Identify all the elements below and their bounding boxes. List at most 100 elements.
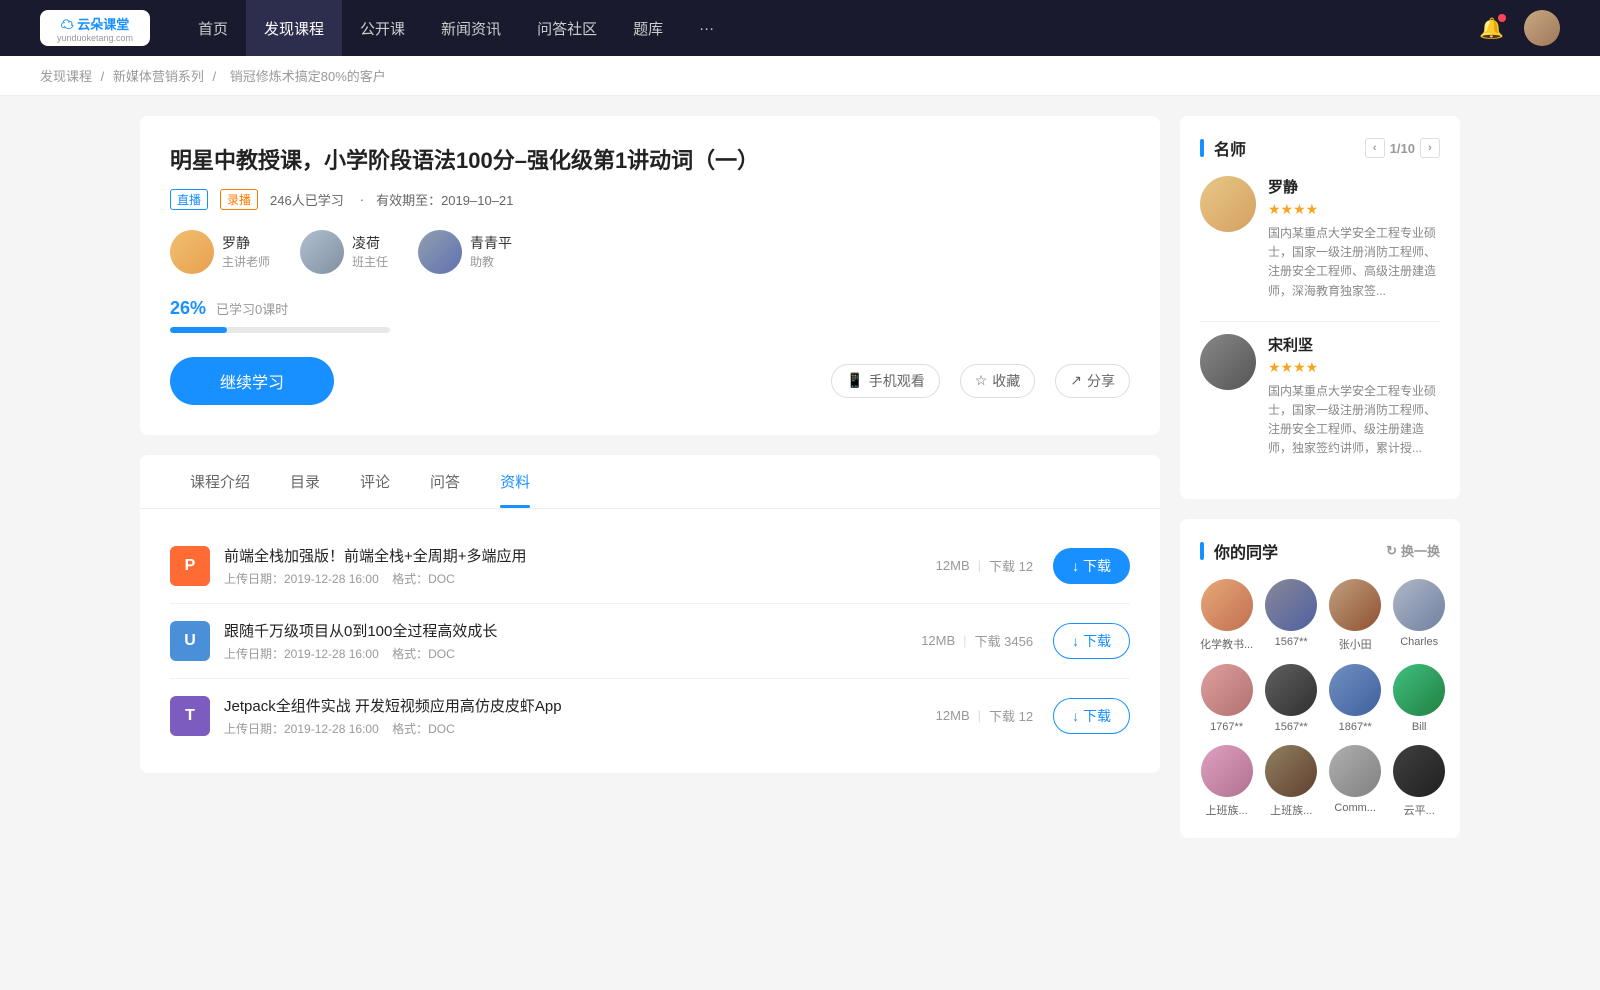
classmate-avatar-11 <box>1393 745 1445 797</box>
course-actions: 继续学习 📱 手机观看 ☆ 收藏 ↗ 分享 <box>170 357 1130 405</box>
classmate-2[interactable]: 张小田 <box>1329 579 1381 652</box>
next-teacher-btn[interactable]: › <box>1420 138 1440 158</box>
resource-meta-0: 上传日期：2019-12-28 16:00 格式：DOC <box>224 570 936 587</box>
right-teacher-stars-1: ★★★★ <box>1268 359 1440 376</box>
right-teacher-desc-1: 国内某重点大学安全工程专业硕士，国家一级注册消防工程师、注册安全工程师、级注册建… <box>1268 382 1440 459</box>
header: ☁ 云朵课堂 yunduoketang.com 首页 发现课程 公开课 新闻资讯… <box>0 0 1600 56</box>
right-teacher-stars-0: ★★★★ <box>1268 201 1440 218</box>
nav-home[interactable]: 首页 <box>180 0 246 56</box>
right-teacher-name-0: 罗静 <box>1268 176 1440 197</box>
teacher-name-1: 凌荷 <box>352 233 388 253</box>
download-button-0[interactable]: ↓ 下载 <box>1053 548 1130 584</box>
badge-recorded: 录播 <box>220 189 258 210</box>
teacher-role-1: 班主任 <box>352 253 388 270</box>
teacher-1: 凌荷 班主任 <box>300 230 388 274</box>
classmate-name-9: 上班族... <box>1270 802 1312 818</box>
teacher-role-0: 主讲老师 <box>222 253 270 270</box>
teacher-pagination: ‹ 1/10 › <box>1365 138 1440 158</box>
resource-name-1: 跟随千万级项目从0到100全过程高效成长 <box>224 620 921 641</box>
prev-teacher-btn[interactable]: ‹ <box>1365 138 1385 158</box>
classmate-7[interactable]: Bill <box>1393 664 1445 733</box>
classmate-8[interactable]: 上班族... <box>1200 745 1253 818</box>
nav-question-bank[interactable]: 题库 <box>615 0 681 56</box>
classmate-10[interactable]: Comm... <box>1329 745 1381 818</box>
classmate-avatar-5 <box>1265 664 1317 716</box>
classmate-1[interactable]: 1567** <box>1265 579 1317 652</box>
classmate-avatar-4 <box>1201 664 1253 716</box>
classmate-avatar-0 <box>1201 579 1253 631</box>
nav-discover[interactable]: 发现课程 <box>246 0 342 56</box>
resource-meta-2: 上传日期：2019-12-28 16:00 格式：DOC <box>224 720 936 737</box>
right-panel: 名师 ‹ 1/10 › 罗静 ★★★★ 国内某重点大学安全工程专业硕士，国家一级… <box>1180 116 1460 858</box>
teachers-panel: 名师 ‹ 1/10 › 罗静 ★★★★ 国内某重点大学安全工程专业硕士，国家一级… <box>1180 116 1460 499</box>
resource-icon-0: P <box>170 546 210 586</box>
resource-item: P 前端全栈加强版！前端全栈+全周期+多端应用 上传日期：2019-12-28 … <box>170 529 1130 604</box>
resource-stats-1: 12MB | 下载 3456 <box>921 631 1033 650</box>
action-buttons: 📱 手机观看 ☆ 收藏 ↗ 分享 <box>831 364 1130 398</box>
resource-item: T Jetpack全组件实战 开发短视频应用高仿皮皮虾App 上传日期：2019… <box>170 679 1130 753</box>
teacher-0: 罗静 主讲老师 <box>170 230 270 274</box>
breadcrumb-series[interactable]: 新媒体营销系列 <box>113 69 204 84</box>
progress-bar-fill <box>170 327 227 333</box>
classmate-avatar-10 <box>1329 745 1381 797</box>
teacher-page: 1/10 <box>1390 141 1415 156</box>
share-icon: ↗ <box>1070 372 1082 389</box>
classmate-11[interactable]: 云平... <box>1393 745 1445 818</box>
share-button[interactable]: ↗ 分享 <box>1055 364 1130 398</box>
user-avatar-header[interactable] <box>1524 10 1560 46</box>
nav-open-course[interactable]: 公开课 <box>342 0 423 56</box>
classmate-avatar-6 <box>1329 664 1381 716</box>
star-icon: ☆ <box>975 372 988 389</box>
mobile-watch-button[interactable]: 📱 手机观看 <box>831 364 939 398</box>
classmate-9[interactable]: 上班族... <box>1265 745 1317 818</box>
main-nav: 首页 发现课程 公开课 新闻资讯 问答社区 题库 ··· <box>180 0 1479 56</box>
tab-intro[interactable]: 课程介绍 <box>170 455 270 508</box>
resource-stats-0: 12MB | 下载 12 <box>936 556 1033 575</box>
classmate-avatar-3 <box>1393 579 1445 631</box>
collect-button[interactable]: ☆ 收藏 <box>960 364 1036 398</box>
notification-bell[interactable]: 🔔 <box>1479 16 1504 41</box>
breadcrumb-current: 销冠修炼术搞定80%的客户 <box>230 69 386 84</box>
tab-review[interactable]: 评论 <box>340 455 410 508</box>
classmate-5[interactable]: 1567** <box>1265 664 1317 733</box>
left-panel: 明星中教授课，小学阶段语法100分–强化级第1讲动词（一） 直播 录播 246人… <box>140 116 1160 858</box>
resource-item: U 跟随千万级项目从0到100全过程高效成长 上传日期：2019-12-28 1… <box>170 604 1130 679</box>
classmate-0[interactable]: 化学教书... <box>1200 579 1253 652</box>
tab-resources[interactable]: 资料 <box>480 455 550 508</box>
tabs-section: 课程介绍 目录 评论 问答 资料 P 前端全栈加强版！前端全栈+全周期+多端应用… <box>140 455 1160 773</box>
classmate-avatar-7 <box>1393 664 1445 716</box>
tab-catalog[interactable]: 目录 <box>270 455 340 508</box>
classmate-name-7: Bill <box>1412 721 1427 733</box>
classmate-name-10: Comm... <box>1334 802 1376 814</box>
logo-area: ☁ 云朵课堂 yunduoketang.com <box>40 10 150 46</box>
classmate-avatar-9 <box>1265 745 1317 797</box>
badge-live: 直播 <box>170 189 208 210</box>
classmate-6[interactable]: 1867** <box>1329 664 1381 733</box>
nav-more[interactable]: ··· <box>681 0 732 56</box>
mobile-icon: 📱 <box>846 372 863 389</box>
resource-icon-2: T <box>170 696 210 736</box>
breadcrumb-discover[interactable]: 发现课程 <box>40 69 92 84</box>
refresh-classmates-button[interactable]: ↻ 换一换 <box>1386 541 1440 560</box>
teacher-name-2: 青青平 <box>470 233 512 253</box>
download-button-2[interactable]: ↓ 下载 <box>1053 698 1130 734</box>
download-button-1[interactable]: ↓ 下载 <box>1053 623 1130 659</box>
nav-news[interactable]: 新闻资讯 <box>423 0 519 56</box>
progress-percent: 26% <box>170 298 206 319</box>
right-teacher-desc-0: 国内某重点大学安全工程专业硕士，国家一级注册消防工程师、注册安全工程师、高级注册… <box>1268 224 1440 301</box>
teacher-avatar-2 <box>418 230 462 274</box>
classmate-3[interactable]: Charles <box>1393 579 1445 652</box>
classmate-name-0: 化学教书... <box>1200 636 1253 652</box>
logo[interactable]: ☁ 云朵课堂 yunduoketang.com <box>40 10 150 46</box>
teacher-2: 青青平 助教 <box>418 230 512 274</box>
valid-date: 有效期至：2019–10–21 <box>376 190 513 209</box>
tab-qa[interactable]: 问答 <box>410 455 480 508</box>
teacher-divider <box>1200 321 1440 322</box>
resource-name-2: Jetpack全组件实战 开发短视频应用高仿皮皮虾App <box>224 695 936 716</box>
teachers-list: 罗静 主讲老师 凌荷 班主任 青青平 助教 <box>170 230 1130 274</box>
right-teacher-0: 罗静 ★★★★ 国内某重点大学安全工程专业硕士，国家一级注册消防工程师、注册安全… <box>1200 176 1440 301</box>
continue-learning-button[interactable]: 继续学习 <box>170 357 334 405</box>
classmate-4[interactable]: 1767** <box>1200 664 1253 733</box>
nav-qa[interactable]: 问答社区 <box>519 0 615 56</box>
refresh-icon: ↻ <box>1386 543 1397 559</box>
